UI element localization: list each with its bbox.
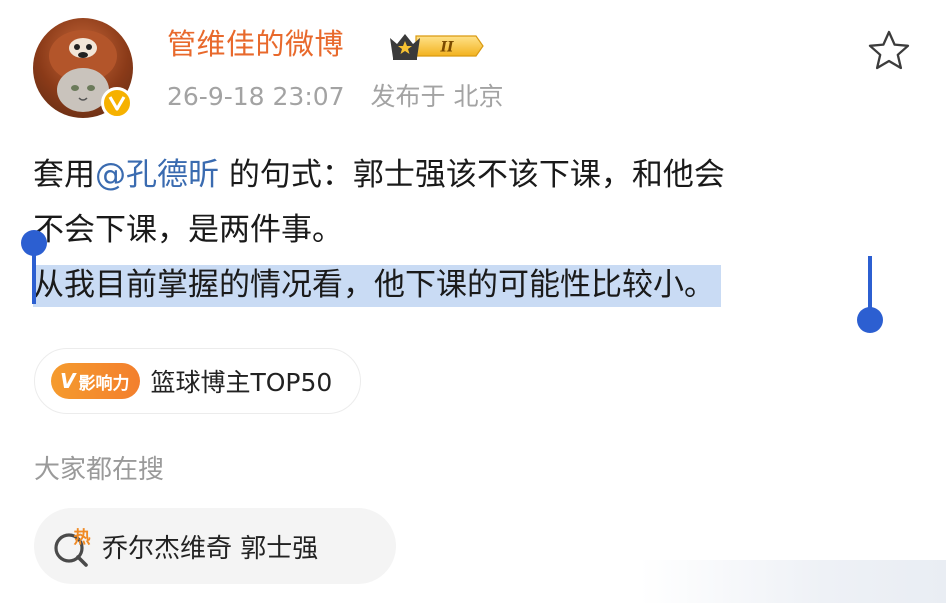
content-line-1: 套用@孔德昕 的句式：郭士强该不该下课，和他会 (33, 148, 893, 203)
trending-heading: 大家都在搜 (34, 455, 165, 485)
post-timestamp: 26-9-18 23:07 (167, 82, 345, 111)
selection-start-caret (32, 247, 36, 304)
influence-text: 篮球博主TOP50 (150, 368, 333, 397)
mention-link[interactable]: @孔德昕 (95, 157, 219, 193)
trending-search-item[interactable]: 热 乔尔杰维奇 郭士强 (34, 508, 396, 584)
content-text: 的句式：郭士强该不该下课，和他会 (228, 157, 725, 193)
selection-end-handle[interactable] (857, 307, 883, 333)
content-line-2: 不会下课，是两件事。 (33, 212, 343, 248)
influence-label: 影响力 (78, 373, 130, 394)
post-source: 发布于 北京 (370, 82, 504, 111)
influence-badge: V 影响力 (51, 363, 141, 399)
trending-query: 乔尔杰维奇 郭士强 (102, 533, 319, 564)
selected-text[interactable]: 从我目前掌握的情况看，他下课的可能性比较小。 (33, 265, 721, 307)
star-outline-icon[interactable] (866, 28, 912, 74)
selection-end-caret (868, 256, 872, 308)
author-name[interactable]: 管维佳的微博 (167, 24, 344, 64)
crown-badge-icon[interactable]: II (386, 27, 484, 65)
influence-tag[interactable]: V 影响力 篮球博主TOP50 (34, 348, 362, 414)
hot-search-icon: 热 (50, 523, 96, 569)
post-meta: 26-9-18 23:07 发布于 北京 (167, 80, 503, 114)
hot-label: 热 (74, 527, 91, 548)
content-line-3: 从我目前掌握的情况看，他下课的可能性比较小。 (33, 258, 893, 313)
v-letter: V (60, 369, 76, 393)
bottom-fade (640, 560, 946, 603)
verified-v-icon (101, 87, 133, 119)
post-content[interactable]: 套用@孔德昕 的句式：郭士强该不该下课，和他会 不会下课，是两件事。 从我目前掌… (33, 148, 893, 313)
content-text: 套用 (33, 157, 95, 193)
badge-numeral: II (439, 40, 454, 56)
